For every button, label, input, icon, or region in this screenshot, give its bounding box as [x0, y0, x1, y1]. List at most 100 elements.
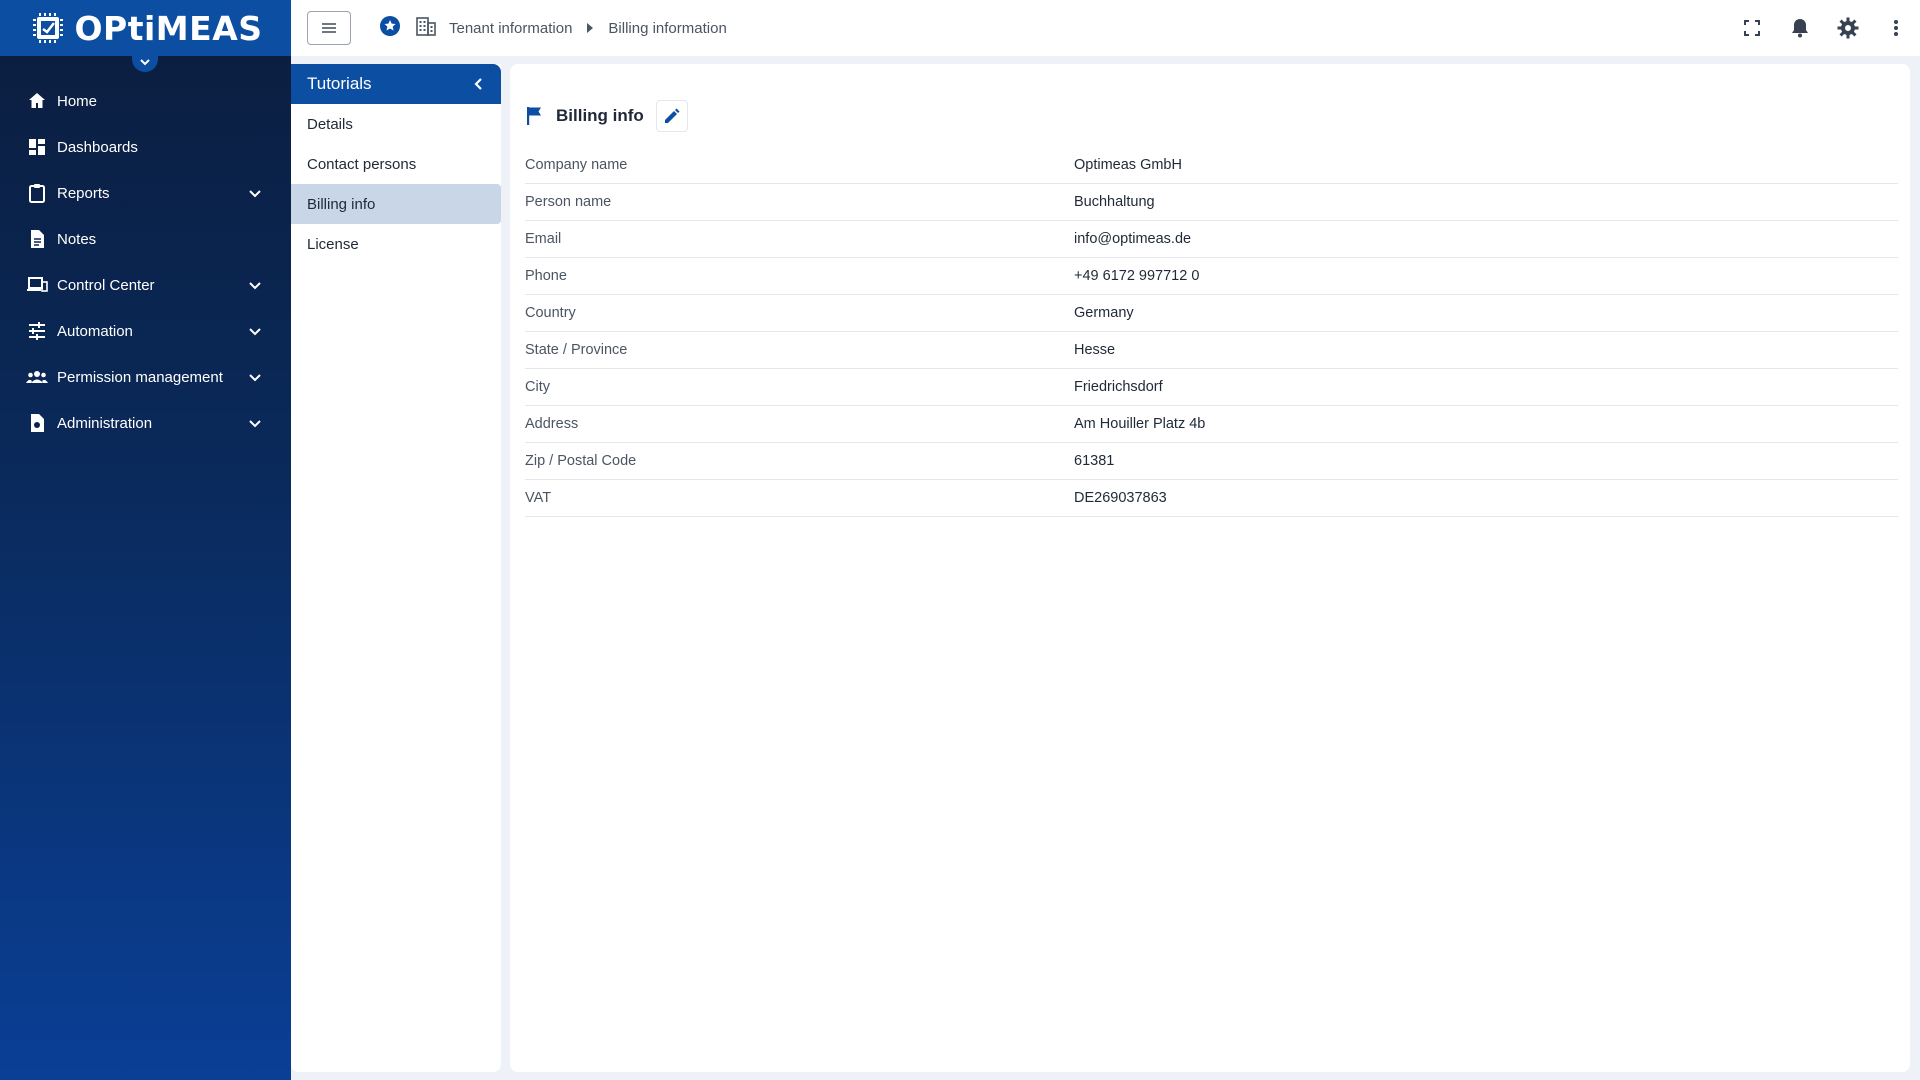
edit-button[interactable]	[655, 100, 688, 132]
field-label: Address	[525, 416, 579, 432]
brand-name: OPtiMEAS	[74, 8, 263, 48]
chevron-down-icon	[249, 420, 261, 428]
sidebar-item-notes[interactable]: Notes	[0, 216, 291, 262]
tutorials-panel-header: Tutorials	[291, 64, 501, 104]
sliders-icon	[26, 320, 48, 342]
sidebar-item-dashboards[interactable]: Dashboards	[0, 124, 291, 170]
field-value: Am Houiller Platz 4b	[1074, 416, 1206, 432]
sidebar-item-label: Administration	[57, 414, 153, 432]
sidebar-item-permission-management[interactable]: Permission management	[0, 354, 291, 400]
sidebar-item-home[interactable]: Home	[0, 78, 291, 124]
fullscreen-button[interactable]	[1728, 4, 1776, 52]
tutorials-panel: Tutorials Details Contact persons Billin…	[291, 64, 501, 1072]
building-icon	[415, 16, 437, 40]
tutorials-panel-title: Tutorials	[307, 74, 372, 93]
billing-info-table: Company name Optimeas GmbH Person name B…	[525, 147, 1898, 517]
devices-icon	[26, 274, 48, 296]
panel-item-billing-info[interactable]: Billing info	[291, 184, 501, 224]
field-label: Email	[525, 231, 562, 247]
chevron-down-icon	[249, 190, 261, 198]
info-row-city: City Friedrichsdorf	[525, 369, 1898, 406]
dashboard-icon	[26, 136, 48, 158]
sidebar-item-administration[interactable]: Administration	[0, 400, 291, 446]
sidebar-item-label: Permission management	[57, 368, 223, 386]
field-value: Germany	[1074, 305, 1134, 321]
clipboard-icon	[26, 182, 48, 204]
field-value: +49 6172 997712 0	[1074, 268, 1200, 284]
logo-bar: OPtiMEAS	[0, 0, 291, 72]
chevron-left-icon	[474, 78, 482, 90]
fullscreen-icon	[1744, 20, 1760, 36]
sidebar-item-control-center[interactable]: Control Center	[0, 262, 291, 308]
field-label: State / Province	[525, 342, 628, 358]
sidebar-item-label: Notes	[57, 230, 97, 248]
home-icon	[26, 90, 48, 112]
chevron-down-icon	[249, 282, 261, 290]
sidebar-item-label: Automation	[57, 322, 133, 340]
sidebar-item-label: Reports	[57, 184, 110, 202]
top-actions	[1728, 0, 1920, 56]
breadcrumb: Tenant information Billing information	[379, 15, 727, 41]
info-row-company-name: Company name Optimeas GmbH	[525, 147, 1898, 184]
field-value: Buchhaltung	[1074, 194, 1155, 210]
sidebar-item-label: Home	[57, 92, 98, 110]
sidebar-item-reports[interactable]: Reports	[0, 170, 291, 216]
chevron-down-icon	[140, 59, 150, 66]
collapse-panel-button[interactable]	[469, 74, 489, 94]
field-value: Optimeas GmbH	[1074, 157, 1182, 173]
main-nav: Home Dashboards Reports Notes Control Ce…	[0, 78, 291, 446]
field-label: Company name	[525, 157, 628, 173]
info-row-zip-postal-code: Zip / Postal Code 61381	[525, 443, 1898, 480]
sidebar-item-label: Control Center	[57, 276, 155, 294]
field-label: City	[525, 379, 550, 395]
field-value: DE269037863	[1074, 490, 1167, 506]
billing-info-card: Billing info Company name Optimeas GmbH …	[510, 64, 1910, 1072]
menu-toggle-button[interactable]	[307, 11, 351, 45]
info-row-country: Country Germany	[525, 295, 1898, 332]
pencil-icon	[664, 108, 680, 123]
info-row-email: Email info@optimeas.de	[525, 221, 1898, 258]
field-value: 61381	[1074, 453, 1115, 469]
panel-item-license[interactable]: License	[291, 224, 501, 264]
info-row-state-province: State / Province Hesse	[525, 332, 1898, 369]
field-value: info@optimeas.de	[1074, 231, 1192, 247]
sidebar-collapse-toggle[interactable]	[132, 52, 158, 72]
people-icon	[26, 366, 48, 388]
settings-button[interactable]	[1824, 4, 1872, 52]
breadcrumb-tenant-information[interactable]: Tenant information	[449, 20, 572, 37]
info-row-vat: VAT DE269037863	[525, 480, 1898, 517]
panel-item-details[interactable]: Details	[291, 104, 501, 144]
field-label: Person name	[525, 194, 612, 210]
card-header: Billing info	[526, 100, 688, 132]
sidebar-item-label: Dashboards	[57, 138, 138, 156]
document-icon	[26, 228, 48, 250]
admin-document-icon	[26, 412, 48, 434]
chevron-down-icon	[249, 328, 261, 336]
top-bar: Tenant information Billing information	[291, 0, 1920, 56]
info-row-address: Address Am Houiller Platz 4b	[525, 406, 1898, 443]
breadcrumb-billing-information: Billing information	[608, 19, 727, 37]
card-title: Billing info	[556, 106, 644, 125]
caret-right-icon	[586, 20, 594, 37]
gear-icon	[1837, 17, 1859, 39]
field-label: VAT	[525, 490, 552, 506]
field-label: Phone	[525, 268, 567, 284]
logo[interactable]: OPtiMEAS	[28, 8, 262, 48]
field-value: Hesse	[1074, 342, 1116, 358]
bell-icon	[1792, 19, 1808, 38]
info-row-phone: Phone +49 6172 997712 0	[525, 258, 1898, 295]
field-label: Zip / Postal Code	[525, 453, 637, 469]
hamburger-icon	[322, 23, 336, 33]
panel-item-contact-persons[interactable]: Contact persons	[291, 144, 501, 184]
info-row-person-name: Person name Buchhaltung	[525, 184, 1898, 221]
flag-icon	[527, 107, 541, 125]
notifications-button[interactable]	[1776, 4, 1824, 52]
sidebar-item-automation[interactable]: Automation	[0, 308, 291, 354]
chevron-down-icon	[249, 374, 261, 382]
field-value: Friedrichsdorf	[1074, 379, 1163, 395]
field-label: Country	[525, 305, 576, 321]
more-options-button[interactable]	[1872, 4, 1920, 52]
favorite-star-icon[interactable]	[379, 15, 401, 41]
sidebar: OPtiMEAS Home Dashboards Reports Notes C…	[0, 0, 291, 1080]
more-vertical-icon	[1894, 20, 1898, 36]
